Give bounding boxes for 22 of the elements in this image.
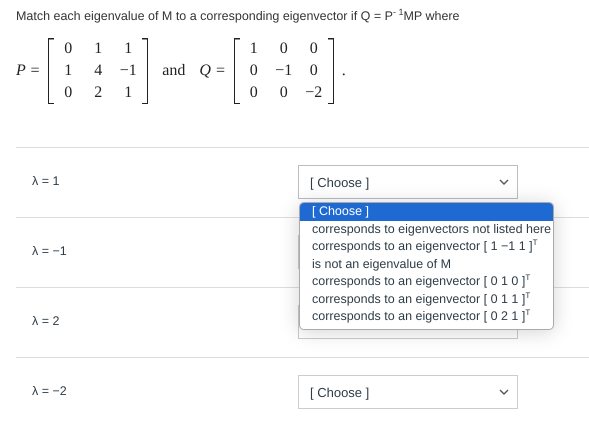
choose-dropdown[interactable]: [ Choose ]	[298, 375, 518, 410]
matrix: 0 1 1 1 4 −1 0 2 1	[48, 38, 148, 104]
chevron-down-icon	[499, 179, 509, 186]
dropdown-option[interactable]: corresponds to an eigenvector [ 1 −1 1 ]$^{T}$	[300, 238, 554, 256]
period-text: .	[342, 62, 346, 80]
eigenvalue-label: λ = 2	[32, 314, 60, 328]
dropdown-option[interactable]: corresponds to an eigenvector [ 0 1 1 ]$^{T}$	[300, 290, 554, 308]
eigenvalue-label: λ = −2	[32, 384, 68, 398]
choose-dropdown[interactable]: [ Choose ]	[298, 165, 518, 200]
chevron-down-icon	[499, 389, 509, 396]
dropdown-option[interactable]: corresponds to an eigenvector [ 0 1 0 ]$^{T}$	[300, 273, 554, 291]
question-text: Match each eigenvalue of M to a corresponding eigenvector if Q = P$^{- 1}$MP where	[16, 6, 461, 24]
matrix: 1 0 0 0 −1 0 0 0 −2	[234, 38, 334, 104]
dropdown-option[interactable]: [ Choose ]	[300, 203, 554, 221]
connector-text: and	[162, 62, 186, 80]
matrix-label: P =	[16, 62, 40, 80]
dropdown-option[interactable]: corresponds to eigenvectors not listed here	[300, 220, 554, 238]
dropdown-option[interactable]: corresponds to an eigenvector [ 0 2 1 ]$^{T}$	[300, 308, 554, 326]
eigenvalue-label: λ = −1	[32, 244, 68, 258]
eigenvalue-label: λ = 1	[32, 174, 60, 188]
matrix-label: Q =	[199, 62, 226, 80]
dropdown-option[interactable]: is not an eigenvalue of M	[300, 256, 554, 274]
